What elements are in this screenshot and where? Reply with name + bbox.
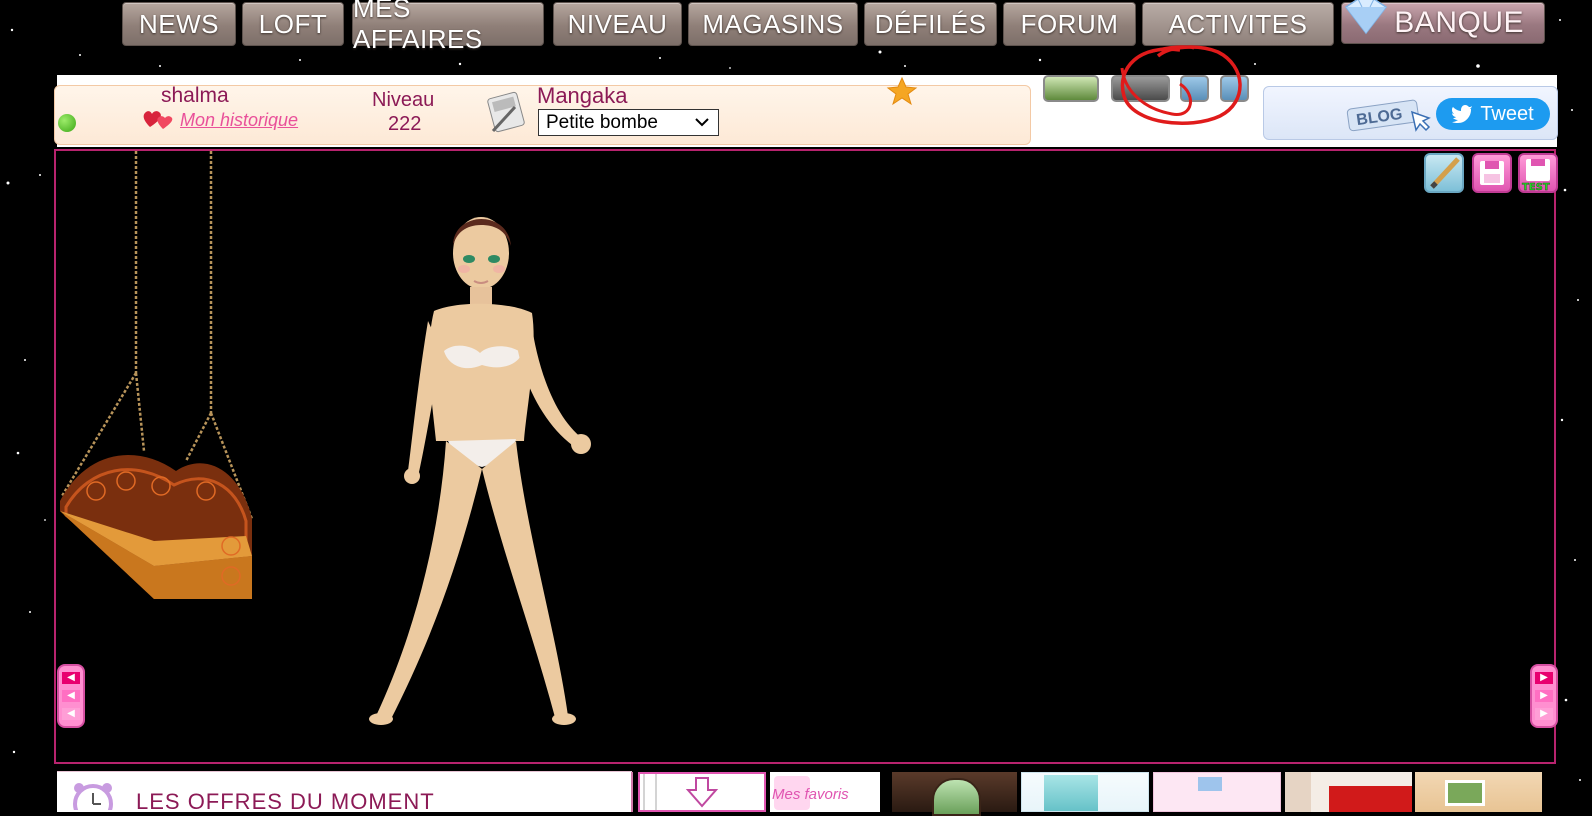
room-thumb-garden[interactable] bbox=[1043, 75, 1099, 102]
swing-chair[interactable] bbox=[60, 151, 254, 599]
arrow-right-icon[interactable]: ▶ bbox=[1535, 690, 1553, 702]
arrow-right-icon[interactable]: ▶ bbox=[1535, 672, 1553, 684]
room-thumb-blue-2[interactable] bbox=[1220, 75, 1249, 102]
tweet-button[interactable]: Tweet bbox=[1436, 98, 1550, 130]
nav-mes-affaires[interactable]: MES AFFAIRES bbox=[352, 0, 544, 54]
offer-thumb-red-room[interactable] bbox=[1285, 772, 1412, 812]
nav-banque-label: BANQUE bbox=[1394, 6, 1524, 39]
online-status-icon bbox=[58, 114, 76, 132]
divider bbox=[631, 772, 633, 812]
level-label: Niveau bbox=[372, 89, 435, 111]
manga-book-icon bbox=[487, 91, 525, 133]
diamond-icon bbox=[1344, 0, 1388, 35]
save-button[interactable] bbox=[1472, 153, 1512, 193]
twitter-bird-icon bbox=[1452, 105, 1474, 123]
arrow-right-icon[interactable]: ▶ bbox=[1535, 708, 1553, 720]
avatar[interactable] bbox=[369, 217, 591, 725]
room-thumb-blue-1[interactable] bbox=[1180, 75, 1209, 102]
style-select[interactable]: Petite bombe bbox=[538, 109, 719, 136]
nav-niveau[interactable]: NIVEAU bbox=[553, 2, 682, 46]
download-arrow-icon bbox=[643, 774, 719, 810]
arrow-left-icon[interactable]: ◀ bbox=[62, 690, 80, 702]
pencil-icon bbox=[1430, 157, 1460, 189]
nav-banque[interactable]: BANQUE bbox=[1341, 0, 1545, 44]
scene-canvas bbox=[60, 151, 591, 725]
favorites-download-button[interactable] bbox=[638, 772, 766, 812]
history-link[interactable]: Mon historique bbox=[180, 110, 298, 131]
nav-magasins[interactable]: MAGASINS bbox=[688, 2, 858, 46]
job-title: Mangaka bbox=[537, 83, 628, 108]
offers-title: LES OFFRES DU MOMENT bbox=[136, 789, 435, 814]
offer-thumb-blue-room[interactable] bbox=[1021, 772, 1149, 812]
test-label: TEST bbox=[1522, 182, 1550, 191]
offer-thumb-window[interactable] bbox=[892, 772, 1017, 816]
nav-activites[interactable]: ACTIVITES bbox=[1142, 2, 1334, 46]
tweet-label: Tweet bbox=[1480, 102, 1534, 125]
arrow-left-icon[interactable]: ◀ bbox=[62, 708, 80, 720]
arrow-left-icon[interactable]: ◀ bbox=[62, 672, 80, 684]
main-navigation: NEWS LOFT MES AFFAIRES NIVEAU MAGASINS D… bbox=[0, 0, 1592, 54]
nav-forum[interactable]: FORUM bbox=[1003, 2, 1136, 46]
chevron-down-icon bbox=[695, 118, 709, 127]
nav-loft[interactable]: LOFT bbox=[242, 2, 344, 46]
favorites-link[interactable]: Mes favoris bbox=[770, 772, 880, 812]
offer-thumb-beige-room[interactable] bbox=[1415, 772, 1542, 812]
edit-pencil-button[interactable] bbox=[1424, 153, 1464, 193]
floppy-disk-test-icon: TEST bbox=[1522, 159, 1550, 193]
star-icon[interactable] bbox=[886, 76, 918, 106]
scroll-right-arrows[interactable]: ▶ ▶ ▶ bbox=[1530, 664, 1558, 728]
username[interactable]: shalma bbox=[161, 84, 229, 108]
level-value: 222 bbox=[388, 113, 422, 135]
nav-news[interactable]: NEWS bbox=[122, 2, 236, 46]
floppy-disk-icon bbox=[1480, 161, 1504, 185]
scroll-left-arrows[interactable]: ◀ ◀ ◀ bbox=[57, 664, 85, 728]
hearts-icon bbox=[143, 111, 173, 129]
alarm-clock-icon bbox=[73, 783, 113, 810]
blog-button[interactable]: BLOG bbox=[1346, 98, 1436, 132]
room-thumb-dark[interactable] bbox=[1111, 75, 1170, 102]
save-test-button[interactable]: TEST bbox=[1518, 153, 1558, 193]
favorites-label: Mes favoris bbox=[772, 786, 849, 803]
style-select-value: Petite bombe bbox=[546, 111, 658, 133]
loft-scene[interactable] bbox=[54, 149, 1556, 764]
nav-defiles[interactable]: DÉFILÉS bbox=[864, 2, 997, 46]
offer-thumb-pink-room[interactable] bbox=[1153, 772, 1281, 812]
